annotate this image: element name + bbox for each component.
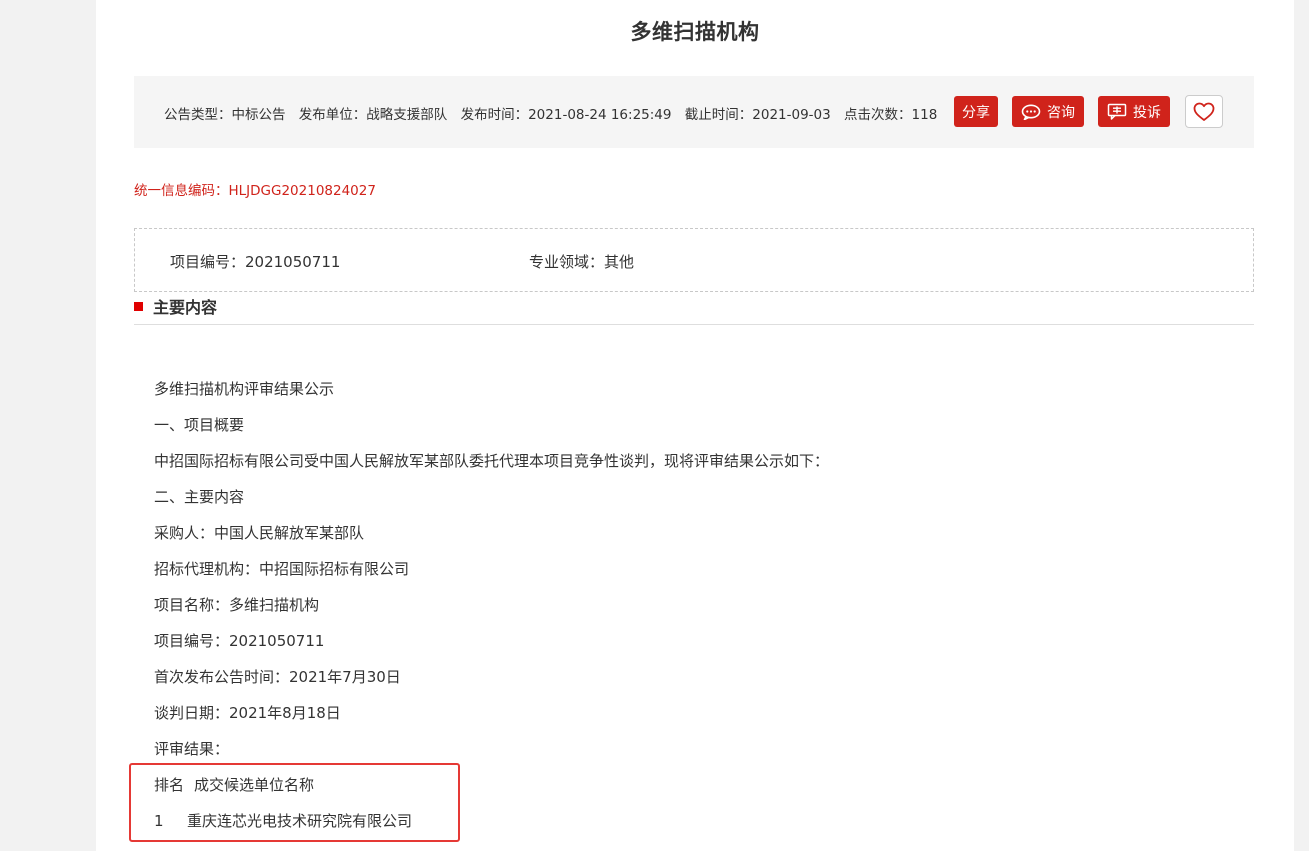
content-line: 招标代理机构：中招国际招标有限公司	[154, 560, 410, 578]
chat-bubble-icon	[1021, 104, 1041, 120]
complain-button-label: 投诉	[1133, 104, 1161, 121]
header-name: 成交候选单位名称	[194, 776, 315, 794]
content-line: 二、主要内容	[154, 488, 245, 506]
content-line: 多维扫描机构评审结果公示	[154, 380, 335, 398]
main-content: 多维扫描机构评审结果公示 一、项目概要 中招国际招标有限公司受中国人民解放军某部…	[154, 378, 829, 774]
content-line: 首次发布公告时间：2021年7月30日	[154, 668, 401, 686]
section-title-text: 主要内容	[153, 298, 218, 317]
announcement-page: 多维扫描机构 公告类型：中标公告 发布单位：战略支援部队 发布时间：2021-0…	[96, 0, 1294, 851]
meta-type: 公告类型：中标公告	[164, 107, 286, 123]
project-field: 专业领域：其他	[529, 253, 635, 271]
project-number: 项目编号：2021050711	[170, 253, 341, 271]
meta-unit: 发布单位：战略支援部队	[298, 107, 448, 123]
section-marker-icon	[134, 301, 143, 311]
heart-icon	[1193, 102, 1215, 121]
project-info-box: 项目编号：2021050711 专业领域：其他	[134, 228, 1254, 292]
share-button[interactable]: 分享	[954, 96, 998, 127]
content-line: 项目编号：2021050711	[154, 632, 325, 650]
row-name: 重庆连芯光电技术研究院有限公司	[187, 812, 413, 830]
content-line: 谈判日期：2021年8月18日	[154, 704, 341, 722]
meta-info: 公告类型：中标公告 发布单位：战略支援部队 发布时间：2021-08-24 16…	[164, 103, 946, 123]
section-divider	[134, 324, 1254, 325]
complain-button[interactable]: 投诉	[1098, 96, 1170, 127]
consult-button-label: 咨询	[1047, 104, 1075, 121]
page-title: 多维扫描机构	[630, 20, 760, 44]
row-rank: 1	[154, 812, 164, 830]
complaint-icon	[1107, 103, 1127, 120]
meta-deadline: 截止时间：2021-09-03	[684, 107, 831, 123]
meta-bar: 公告类型：中标公告 发布单位：战略支援部队 发布时间：2021-08-24 16…	[134, 76, 1254, 148]
unified-info-code: 统一信息编码：HLJDGG20210824027	[134, 183, 376, 199]
header-rank: 排名	[154, 776, 185, 794]
meta-clicks: 点击次数：118	[844, 107, 938, 123]
consult-button[interactable]: 咨询	[1012, 96, 1084, 127]
result-table: 排名 成交候选单位名称 1 重庆连芯光电技术研究院有限公司	[154, 774, 412, 846]
content-line: 采购人：中国人民解放军某部队	[154, 524, 365, 542]
favorite-button[interactable]	[1185, 95, 1223, 128]
result-table-header: 排名 成交候选单位名称	[154, 774, 412, 810]
table-row: 1 重庆连芯光电技术研究院有限公司	[154, 810, 412, 846]
meta-publish-time: 发布时间：2021-08-24 16:25:49	[460, 107, 672, 123]
share-button-label: 分享	[962, 104, 990, 121]
section-header: 主要内容	[134, 294, 217, 318]
content-line: 项目名称：多维扫描机构	[154, 596, 320, 614]
content-line: 中招国际招标有限公司受中国人民解放军某部队委托代理本项目竞争性谈判，现将评审结果…	[154, 452, 830, 470]
content-line: 一、项目概要	[154, 416, 245, 434]
